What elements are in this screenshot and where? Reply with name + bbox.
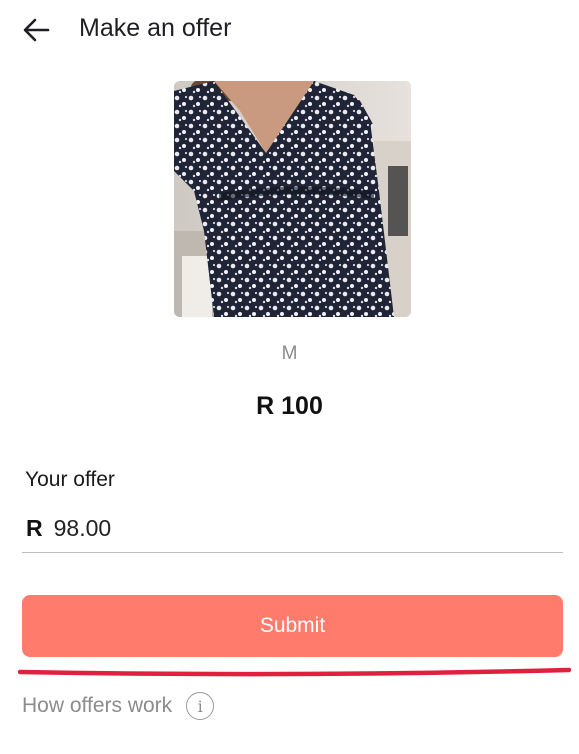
make-offer-screen: Make an offer M R 100 Your offer R 98.00… bbox=[0, 0, 579, 754]
page-title: Make an offer bbox=[79, 14, 232, 42]
arrow-left-icon bbox=[23, 18, 50, 42]
product-image bbox=[174, 81, 411, 317]
back-button[interactable] bbox=[18, 12, 54, 48]
offer-amount-input[interactable] bbox=[53, 515, 524, 542]
info-icon[interactable]: i bbox=[186, 692, 215, 720]
offer-field: R bbox=[22, 505, 563, 553]
how-offers-work-label: How offers work bbox=[22, 694, 173, 717]
red-annotation-line bbox=[18, 667, 571, 677]
currency-symbol: R bbox=[26, 515, 43, 541]
submit-button[interactable]: Submit bbox=[22, 595, 563, 657]
product-price: R 100 bbox=[256, 392, 323, 420]
header: Make an offer bbox=[0, 0, 579, 60]
product-size: M bbox=[281, 343, 298, 364]
how-offers-work-link[interactable]: How offers work i bbox=[22, 692, 215, 720]
offer-label: Your offer bbox=[25, 468, 115, 491]
